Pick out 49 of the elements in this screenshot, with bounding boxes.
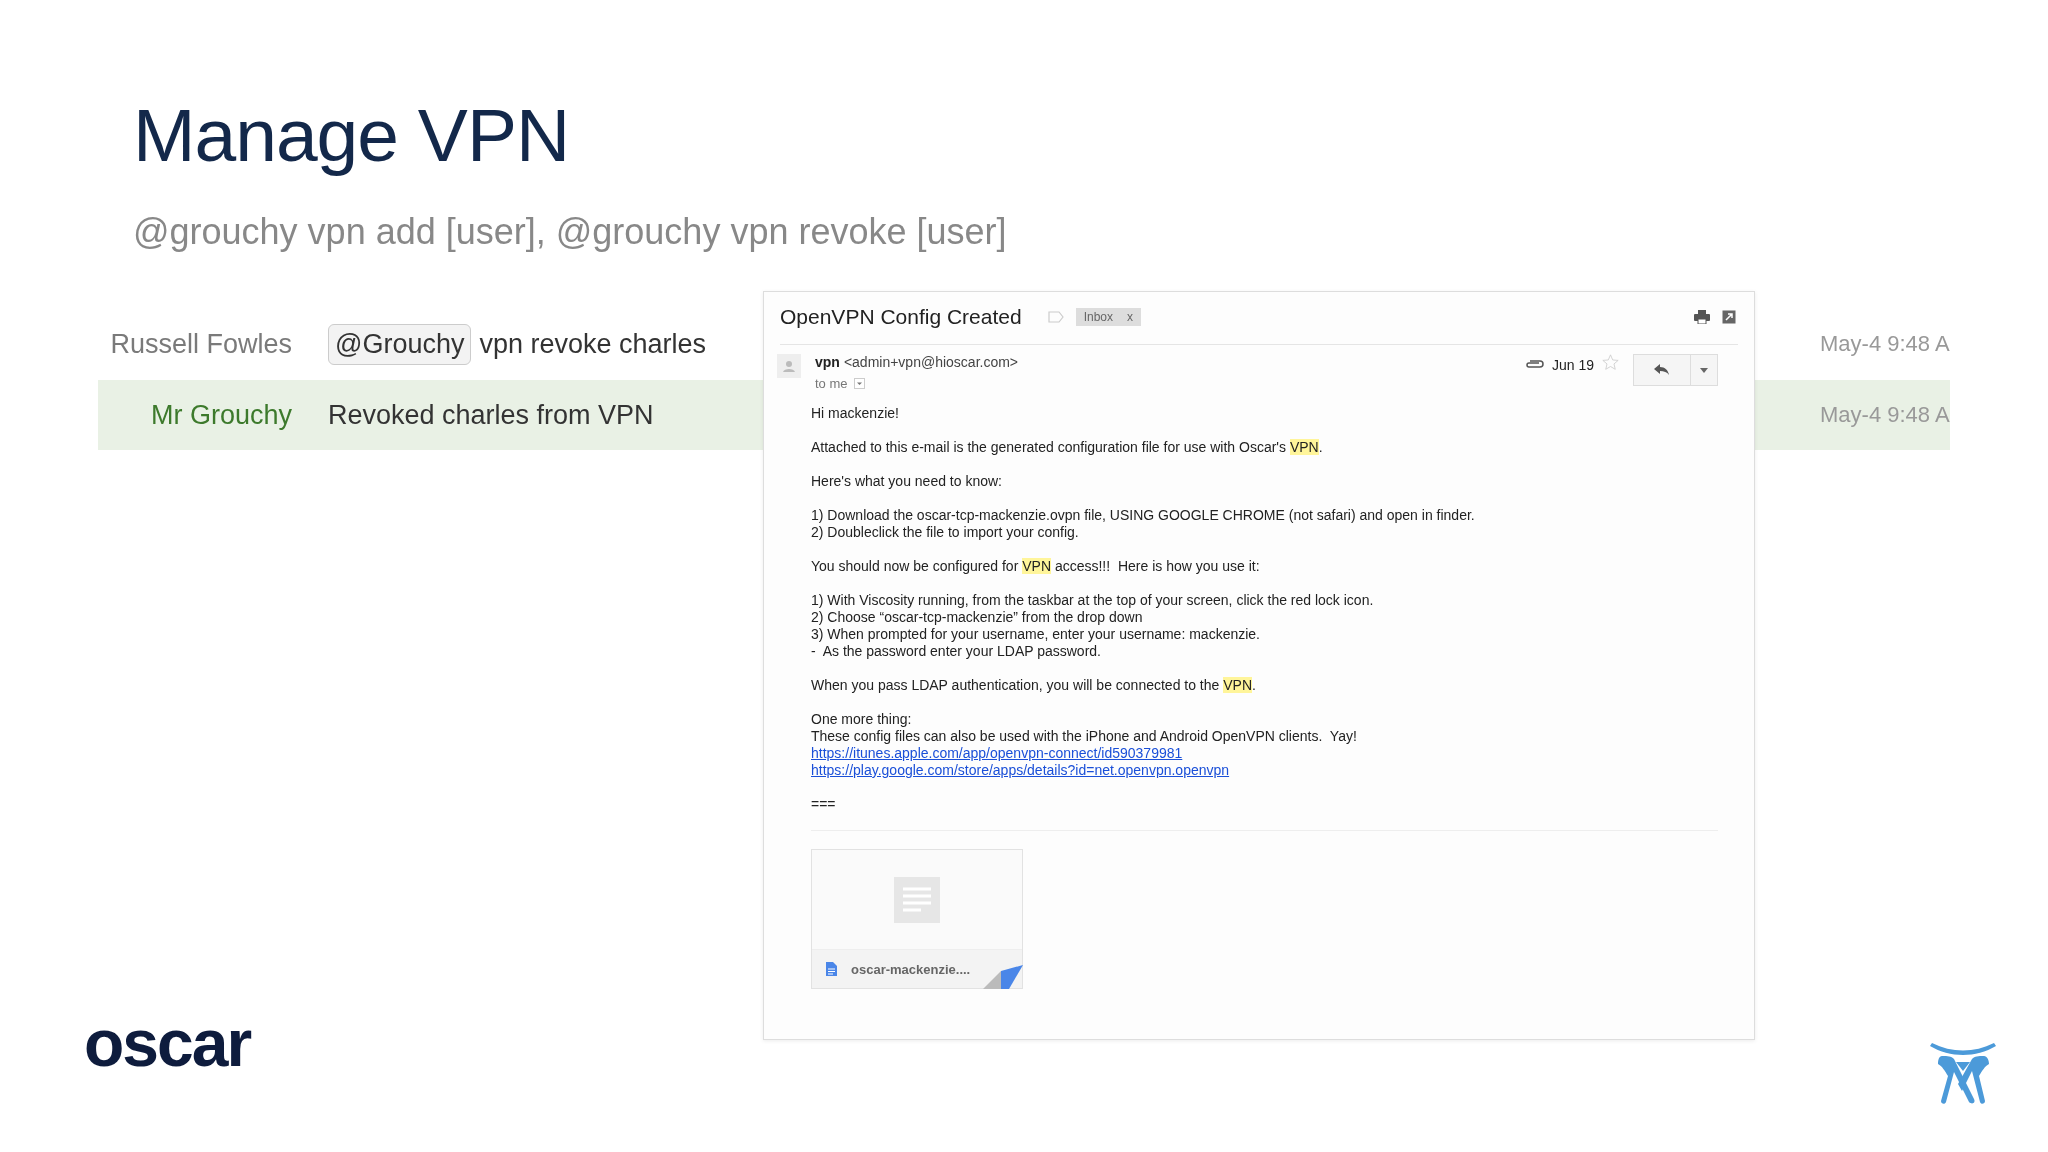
email-text-line: These config files can also be used with the iPhone and Android OpenVPN clients. Yay! xyxy=(811,728,1357,744)
oscar-logo: oscar xyxy=(84,1008,251,1078)
page-corner-icon xyxy=(983,965,1023,989)
slide-subtitle: @grouchy vpn add [user], @grouchy vpn revoke [user] xyxy=(133,210,1008,254)
document-preview-icon xyxy=(894,876,940,923)
email-text-line: Attached to this e-mail is the generated configuration file for use with Oscar's VPN. xyxy=(811,439,1323,455)
sender-name: Russell Fowles xyxy=(109,328,292,360)
caret-icon xyxy=(1700,367,1708,373)
email-subject: OpenVPN Config Created xyxy=(780,305,1022,329)
star-icon[interactable] xyxy=(1602,354,1619,371)
document-icon xyxy=(826,962,837,976)
email-date: Jun 19 xyxy=(1551,357,1594,373)
atlassian-logo-icon xyxy=(1928,1042,1998,1106)
email-text-line: When you pass LDAP authentication, you will be connected to the VPN. xyxy=(811,677,1256,693)
email-text-line: 2) Doubleclick the file to import your config. xyxy=(811,524,1079,540)
label-text: Inbox xyxy=(1083,310,1113,324)
message-text: Revoked charles from VPN xyxy=(328,399,654,431)
details-dropdown-icon[interactable] xyxy=(853,378,865,389)
email-text-line: You should now be configured for VPN access!!! Here is how you use it: xyxy=(811,558,1260,574)
sender-name: Mr Grouchy xyxy=(149,399,292,431)
email-text-line: 3) When prompted for your username, enter your username: mackenzie. xyxy=(811,626,1260,642)
email-text-line: 1) With Viscosity running, from the taskbar at the top of your screen, click the red lock icon. xyxy=(811,592,1374,608)
sender-address: <admin+vpn@hioscar.com> xyxy=(843,354,1019,370)
print-icon[interactable] xyxy=(1694,310,1710,324)
remove-label-button[interactable]: x xyxy=(1127,310,1133,324)
email-text-line: === xyxy=(811,796,836,812)
slide-title: Manage VPN xyxy=(133,92,571,179)
recipient-text: to me xyxy=(815,376,848,391)
avatar-icon xyxy=(777,354,801,378)
paperclip-icon xyxy=(1523,360,1544,370)
email-text-line: 2) Choose “oscar-tcp-mackenzie” from the drop down xyxy=(811,609,1143,625)
email-text-line: - As the password enter your LDAP password. xyxy=(811,643,1101,659)
email-text-line: One more thing: xyxy=(811,711,912,727)
link[interactable]: https://play.google.com/store/apps/details?id=net.openvpn.openvpn xyxy=(811,762,1230,778)
email-text-line: 1) Download the oscar-tcp-mackenzie.ovpn file, USING GOOGLE CHROME (not safari) and open in finder. xyxy=(811,507,1475,523)
link[interactable]: https://itunes.apple.com/app/openvpn-connect/id590379981 xyxy=(811,745,1183,761)
more-button[interactable] xyxy=(1691,354,1718,386)
attachment-name: oscar-mackenzie.... xyxy=(851,960,971,978)
mention-tag[interactable]: @Grouchy xyxy=(328,323,472,365)
message-time: May-4 9:48 A xyxy=(1820,402,1950,428)
reply-button[interactable] xyxy=(1633,354,1691,386)
message-text: vpn revoke charles xyxy=(479,328,707,360)
message-time: May-4 9:48 A xyxy=(1820,331,1950,357)
new-window-icon[interactable] xyxy=(1722,310,1736,324)
attachment-card[interactable]: oscar-mackenzie.... xyxy=(811,849,1023,989)
email-text-line: Hi mackenzie! xyxy=(811,405,899,421)
email-text-line: Here's what you need to know: xyxy=(811,473,1002,489)
reply-icon xyxy=(1654,364,1670,376)
sender-name: vpn xyxy=(815,354,840,370)
